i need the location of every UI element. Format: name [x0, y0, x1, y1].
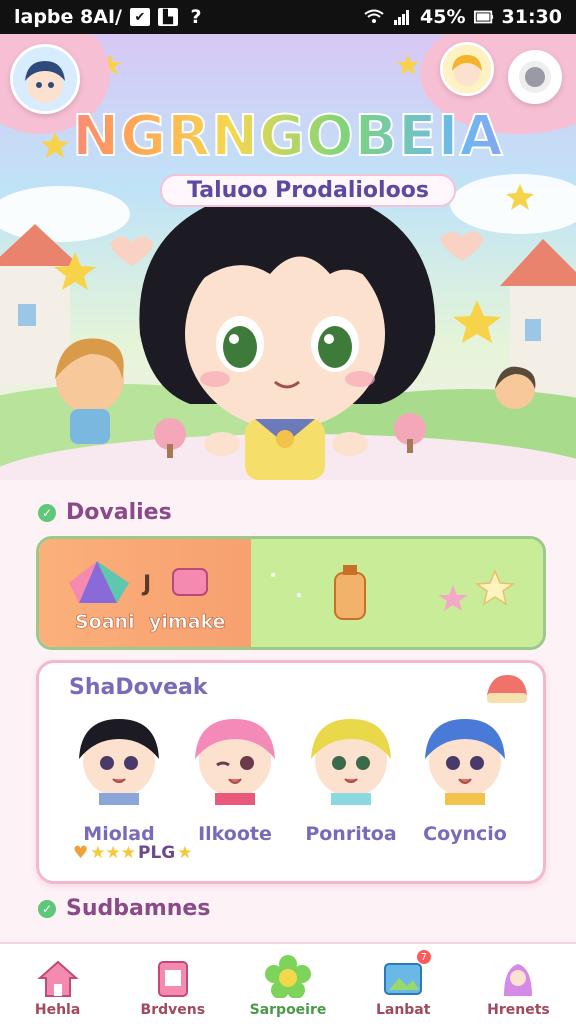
file-icon: ▙ — [157, 8, 178, 26]
nav-home[interactable]: Hehla — [0, 944, 115, 1026]
star-icon: ★ — [177, 843, 193, 863]
clipboard-icon — [157, 961, 188, 997]
character-card[interactable]: Ilkoote — [179, 705, 291, 845]
nav-orders[interactable]: Brdvens — [115, 944, 230, 1026]
nav-explore[interactable]: Sarpoeire — [230, 944, 345, 1026]
feature-card[interactable]: J Soani yimake — [36, 536, 546, 650]
card-title: ShaDoveak — [69, 675, 208, 700]
carrier-text: lapbe 8AI/ — [14, 6, 122, 28]
star-icon: ★★★ — [90, 843, 136, 863]
nav-profile[interactable]: Hrenets — [461, 944, 576, 1026]
battery-icon — [473, 8, 494, 26]
check-icon: ✓ — [38, 503, 56, 522]
character-card[interactable]: Ponritoa — [295, 705, 407, 845]
nav-gallery[interactable]: 7 Lanbat — [346, 944, 461, 1026]
potion-icon — [271, 565, 516, 620]
image-icon — [384, 963, 423, 995]
nav-label: Sarpoeire — [249, 1002, 327, 1018]
character-portrait — [79, 719, 159, 805]
section-header-dovalies: ✓ Dovalies — [38, 500, 172, 525]
status-bar: lapbe 8AI/ ✔ ▙ ? 45% 31:30 — [0, 0, 576, 34]
svg-text:J: J — [141, 572, 151, 597]
help-icon: ? — [190, 6, 202, 28]
notification-badge: 7 — [416, 950, 431, 964]
character-portrait — [311, 719, 391, 805]
character-card[interactable]: Miolad — [63, 705, 175, 845]
nav-label: Hehla — [34, 1002, 81, 1018]
character-portrait — [425, 719, 505, 805]
nav-label: Lanbat — [375, 1002, 431, 1018]
gem-icon: J — [69, 561, 208, 603]
feature-card-left: J Soani yimake — [39, 539, 251, 647]
home-icon — [36, 960, 79, 997]
profile-avatar[interactable] — [10, 44, 80, 114]
heart-icon: ♥ — [73, 843, 89, 863]
wifi-icon — [364, 8, 384, 26]
character-name: Coyncio — [423, 823, 507, 845]
section-title: Dovalies — [66, 500, 172, 525]
bottom-nav: Hehla Brdvens Sarpoeire 7 Lanbat Hrenets — [0, 942, 576, 1026]
chat-avatar[interactable] — [508, 50, 562, 104]
nav-label: Hrenets — [487, 1002, 550, 1018]
check-icon: ✓ — [38, 899, 56, 918]
clock-time: 31:30 — [501, 6, 562, 28]
item-label: Soani — [75, 611, 135, 634]
characters-card: ShaDoveak Miolad Ilkoote Ponritoa Coynci… — [36, 660, 546, 884]
section-title: Sudbamnes — [66, 896, 211, 921]
app-subtitle: Taluoo Prodalioloos — [160, 174, 456, 207]
item-label: yimake — [149, 611, 226, 634]
character-portrait — [195, 719, 275, 805]
feature-card-right — [251, 539, 543, 647]
hero-banner: NGRNGOBEIA Taluoo Prodalioloos — [0, 34, 576, 480]
rating-row: ♥ ★★★ PLG ★ — [73, 843, 192, 863]
battery-percent: 45% — [420, 6, 466, 28]
app-title: NGRNGOBEIA — [0, 103, 576, 170]
character-card[interactable]: Coyncio — [409, 705, 521, 845]
character-icon — [504, 964, 533, 996]
hero-illustration — [0, 34, 576, 480]
flower-icon — [265, 955, 311, 998]
nav-label: Brdvens — [140, 1002, 206, 1018]
rating-text: PLG — [137, 843, 176, 863]
checkbox-icon: ✔ — [129, 8, 150, 26]
friend-avatar[interactable] — [440, 42, 494, 96]
section-header-sudbamnes: ✓ Sudbamnes — [38, 896, 210, 921]
signal-icon — [392, 8, 412, 26]
